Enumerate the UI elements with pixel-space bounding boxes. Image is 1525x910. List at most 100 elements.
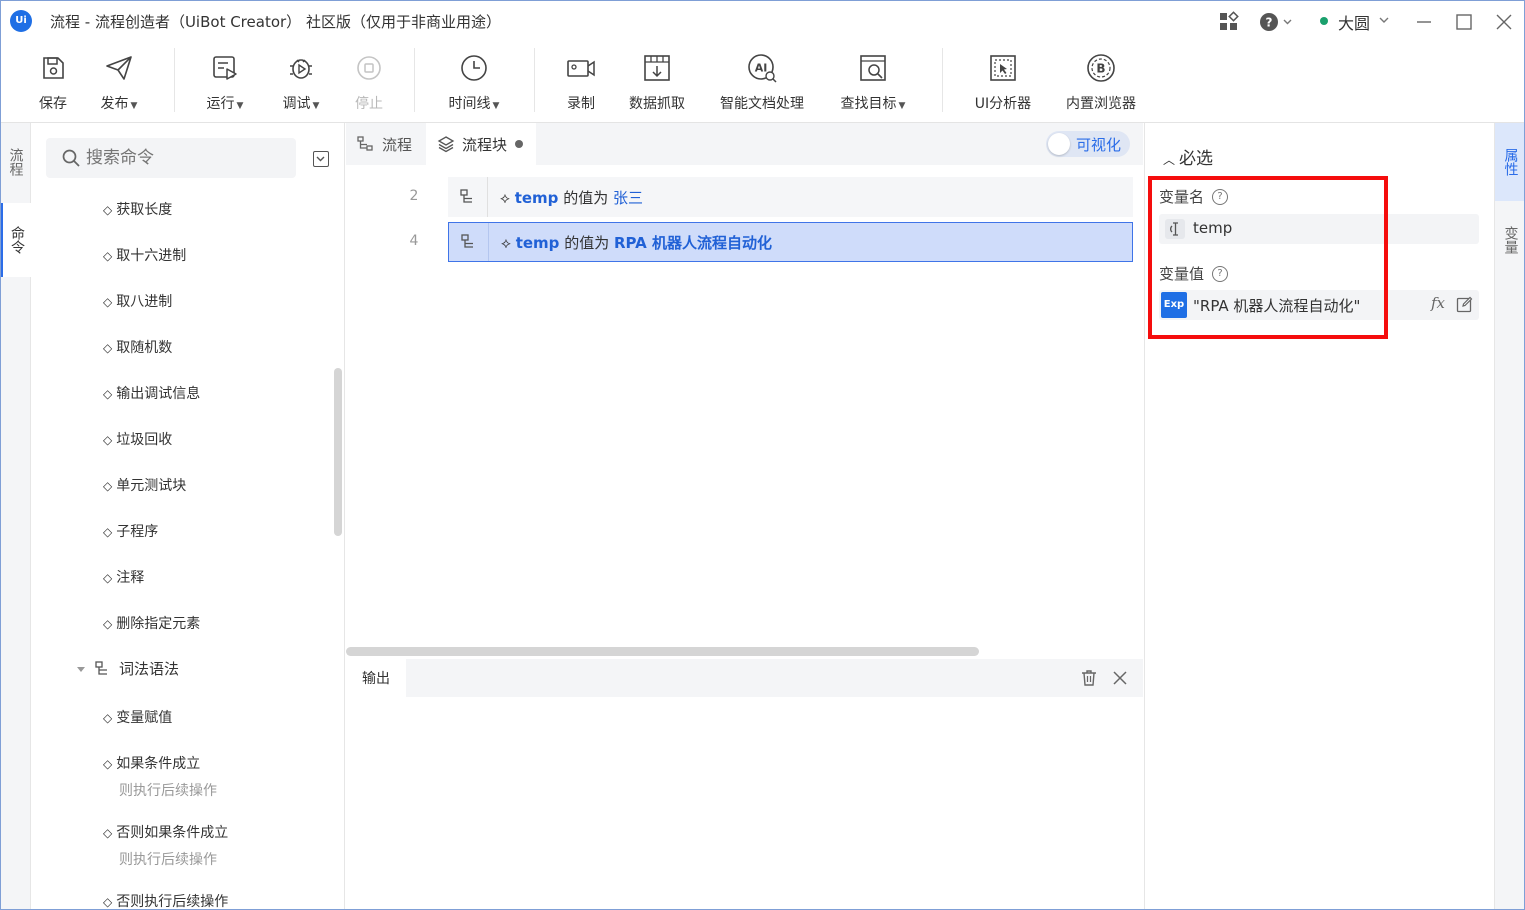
command-item[interactable]: ◇ 垃圾回收 [103, 429, 172, 449]
clock-icon [458, 52, 490, 84]
save-button[interactable]: 保存 [36, 52, 70, 118]
fx-icon[interactable]: fx [1431, 294, 1445, 312]
debug-button[interactable]: 调试 ▼ [278, 52, 324, 118]
command-diamond-icon: ⟡ [501, 233, 511, 252]
caret-down-icon: ▼ [492, 101, 500, 111]
ui-analyzer-label: UI分析器 [974, 96, 1032, 112]
close-window-button[interactable] [1494, 12, 1514, 32]
command-item[interactable]: ◇ 获取长度 [103, 199, 172, 219]
command-item[interactable]: ◇ 注释 [103, 567, 144, 587]
ui-analyzer-button[interactable]: UI分析器 [972, 52, 1034, 118]
tab-commands[interactable]: 命令 [0, 203, 31, 277]
command-item[interactable]: ◇ 如果条件成立 [103, 753, 200, 773]
tab-flow[interactable]: 流程 [0, 123, 31, 201]
command-item[interactable]: ◇ 取随机数 [103, 337, 172, 357]
timeline-button[interactable]: 时间线 ▼ [444, 52, 504, 118]
save-label: 保存 [39, 96, 67, 112]
caret-down-icon: ▼ [312, 101, 320, 111]
collapse-all-icon[interactable] [313, 151, 329, 167]
layout-grid-icon[interactable] [1218, 11, 1240, 33]
command-item-subtitle: 则执行后续操作 [119, 852, 217, 868]
user-name[interactable]: 大圆 [1338, 10, 1370, 34]
command-item[interactable]: ◇ 取十六进制 [103, 245, 186, 265]
command-panel-scrollbar[interactable] [334, 368, 342, 536]
command-diamond-icon: ⟡ [500, 188, 510, 207]
editor-tabs: 流程 流程块 可视化 [346, 123, 1143, 165]
svg-text:AI: AI [755, 62, 768, 75]
app-logo: Ui [10, 10, 32, 32]
online-status-dot [1320, 17, 1328, 25]
record-label: 录制 [567, 96, 595, 112]
section-required[interactable]: ︿ 必选 [1163, 144, 1213, 169]
run-label: 运行 [206, 96, 235, 112]
command-item[interactable]: ◇ 单元测试块 [103, 475, 186, 495]
line-number: 2 [409, 188, 419, 204]
highlight-annotation [1148, 176, 1388, 339]
tab-properties[interactable]: 属性 [1495, 123, 1525, 201]
trash-icon[interactable] [1079, 668, 1099, 688]
idp-label: 智能文档处理 [720, 96, 804, 112]
search-input[interactable] [86, 146, 286, 170]
title-bar: Ui 流程 - 流程创造者（UiBot Creator） 社区版（仅用于非商业用… [0, 0, 1525, 44]
maximize-button[interactable] [1454, 12, 1474, 32]
data-scrape-icon [641, 52, 673, 84]
publish-button[interactable]: 发布 ▼ [96, 52, 142, 118]
command-item[interactable]: ◇ 否则执行后续操作 [103, 891, 228, 910]
statement-block-icon [448, 177, 488, 217]
tab-flow-block[interactable]: 流程块 [426, 123, 536, 165]
find-target-button[interactable]: 查找目标 ▼ [836, 52, 910, 118]
ui-analyzer-icon [987, 52, 1019, 84]
video-camera-icon [565, 52, 597, 84]
command-item[interactable]: ◇ 子程序 [103, 521, 158, 541]
main-toolbar: 保存 发布 ▼ 运行 ▼ 调试 ▼ 停止 时间线 ▼ 录制 数据抓取 AI 智能… [0, 44, 1525, 122]
visual-mode-toggle[interactable]: 可视化 [1046, 131, 1130, 157]
paper-plane-icon [103, 52, 135, 84]
help-menu-icon[interactable]: ? [1259, 11, 1292, 33]
save-icon [37, 52, 69, 84]
command-panel: ◇获取长度 ◇取十六进制 ◇取八进制 ◇取随机数 ◇输出调试信息 ◇垃圾回收 ◇… [31, 123, 345, 910]
editor-horizontal-scrollbar[interactable] [346, 647, 979, 656]
command-item[interactable]: ◇ 输出调试信息 [103, 383, 200, 403]
run-button[interactable]: 运行 ▼ [202, 52, 248, 118]
statement-row-selected[interactable]: ⟡ temp 的值为 RPA 机器人流程自动化 [448, 222, 1133, 262]
ai-document-icon: AI [746, 52, 778, 84]
unsaved-dot [515, 140, 524, 148]
code-editor: 2 ⟡ temp 的值为 张三 4 ⟡ temp 的值为 RPA 机器人流程自动… [346, 165, 1143, 647]
tab-variables[interactable]: 变量 [1495, 203, 1525, 277]
chevron-down-icon[interactable] [1378, 14, 1390, 26]
statement-row[interactable]: ⟡ temp 的值为 张三 [448, 177, 1133, 217]
block-icon [95, 660, 107, 675]
chevron-up-icon: ︿ [1163, 153, 1176, 167]
tab-flow-editor[interactable]: 流程 [356, 123, 426, 165]
idp-button[interactable]: AI 智能文档处理 [716, 52, 808, 118]
statement-block-icon [449, 223, 489, 261]
toggle-knob [1048, 133, 1070, 155]
find-target-icon [857, 52, 889, 84]
search-box[interactable] [46, 138, 296, 178]
command-item[interactable]: ◇ 变量赋值 [103, 707, 172, 727]
close-icon[interactable] [1111, 669, 1129, 687]
command-item-subtitle: 则执行后续操作 [119, 783, 217, 799]
layers-icon [437, 136, 455, 153]
svg-text:B: B [1096, 62, 1105, 76]
command-item[interactable]: ◇ 否则如果条件成立 [103, 822, 228, 842]
search-icon [62, 149, 80, 167]
caret-down-icon: ▼ [898, 101, 906, 111]
record-button[interactable]: 录制 [564, 52, 598, 118]
output-content [346, 697, 1143, 910]
minimize-button[interactable] [1414, 12, 1434, 32]
data-scrape-button[interactable]: 数据抓取 [626, 52, 688, 118]
edit-icon[interactable] [1456, 296, 1473, 313]
caret-down-icon: ▼ [130, 101, 138, 111]
command-group-syntax[interactable]: 词法语法 [75, 658, 179, 679]
command-item[interactable]: ◇ 删除指定元素 [103, 613, 200, 633]
command-item[interactable]: ◇ 取八进制 [103, 291, 172, 311]
right-side-tabs: 属性 变量 [1494, 123, 1525, 910]
stop-icon [353, 52, 385, 84]
debug-label: 调试 [282, 96, 311, 112]
tab-output[interactable]: 输出 [346, 659, 406, 697]
publish-label: 发布 [100, 96, 129, 112]
flow-icon [357, 136, 373, 151]
stop-button[interactable]: 停止 [352, 52, 386, 118]
builtin-browser-button[interactable]: B 内置浏览器 [1062, 52, 1140, 118]
